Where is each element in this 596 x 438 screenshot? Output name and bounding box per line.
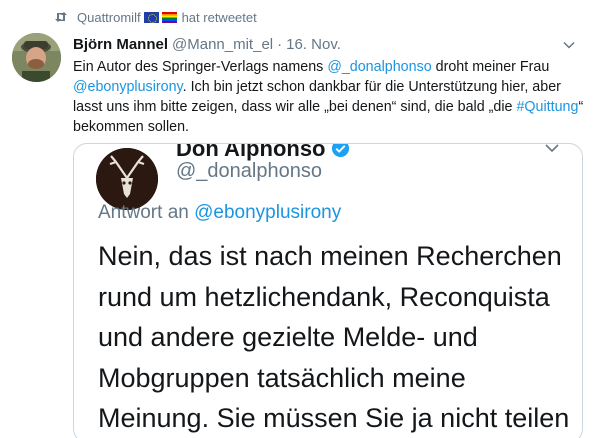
retweet-icon: [55, 12, 67, 22]
hashtag-link[interactable]: #Quittung: [516, 99, 578, 115]
retweeter-name[interactable]: Quattromilf: [77, 10, 141, 25]
quoted-author-name-text: Don Alphonso: [176, 143, 326, 161]
separator-dot: ·: [277, 36, 283, 53]
chevron-down-icon: [545, 144, 559, 153]
rainbow-flag-icon: [161, 11, 177, 23]
tweet-text-part: droht meiner Frau: [431, 59, 550, 75]
reply-label: Antwort an: [98, 202, 195, 223]
chevron-down-icon[interactable]: [562, 38, 576, 52]
mention-link[interactable]: @ebonyplusirony: [73, 79, 183, 95]
deer-skull-icon: [96, 148, 158, 210]
quoted-tweet-text: Nein, das ist nach meinen Recherchen run…: [98, 241, 570, 433]
tweet-date[interactable]: 16. Nov.: [286, 36, 341, 53]
verified-badge-icon: [331, 144, 349, 158]
reply-mention-link: @ebonyplusirony: [194, 202, 342, 223]
quoted-author-handle[interactable]: @_donalphonso: [176, 160, 322, 183]
avatar[interactable]: [12, 33, 61, 82]
author-handle[interactable]: @Mann_mit_el: [172, 36, 273, 53]
author-name[interactable]: Björn Mannel: [73, 36, 168, 53]
tweet-text-part: Ein Autor des Springer-Verlags namens: [73, 59, 328, 75]
quoted-avatar: [96, 148, 158, 210]
eu-flag-icon: [143, 11, 159, 23]
quoted-tweet-card[interactable]: Don Alphonso @_donalphonso Antwort an @e…: [73, 143, 583, 438]
retweet-label: hat retweetet: [181, 9, 257, 25]
tweet-header: Björn Mannel @Mann_mit_el · 16. Nov.: [73, 36, 576, 56]
reply-context: Antwort an @ebonyplusirony: [98, 202, 341, 224]
tweet-text: Ein Autor des Springer-Verlags namens @_…: [73, 57, 585, 137]
mention-link[interactable]: @_donalphonso: [327, 59, 431, 75]
retweet-context: Quattromilf hat retweetet: [53, 8, 257, 26]
avatar-image: [12, 33, 61, 82]
